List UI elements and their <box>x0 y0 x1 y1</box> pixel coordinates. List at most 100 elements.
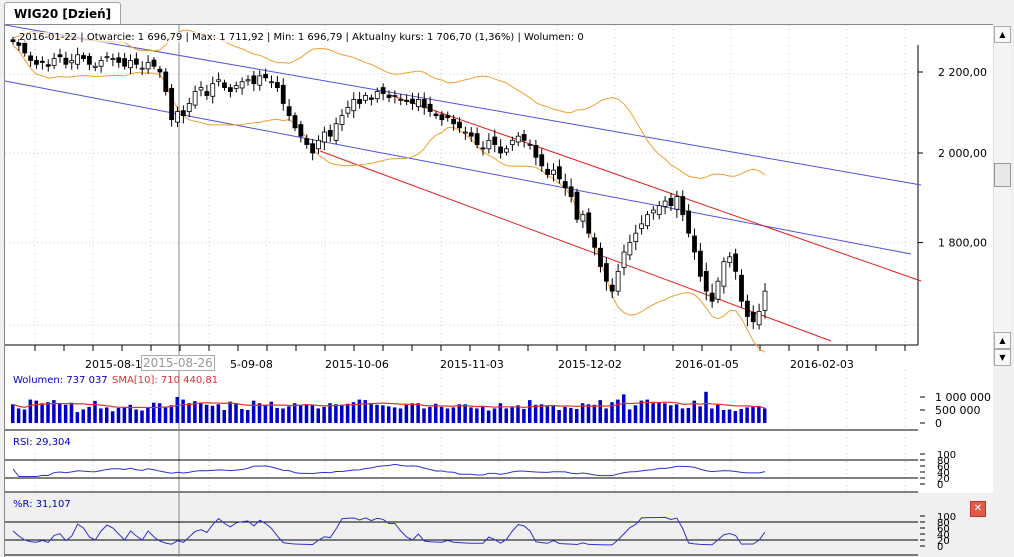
candle-body <box>410 98 415 104</box>
scroll-up-icon[interactable]: ▲ <box>994 332 1011 349</box>
candle-body <box>609 284 615 292</box>
candle-body <box>92 65 98 68</box>
volume-bar <box>639 400 644 423</box>
volume-bar <box>375 404 379 423</box>
volume-bar <box>204 404 209 423</box>
volume-bar <box>751 406 755 423</box>
date-tick-label: 5-09-08 <box>230 358 273 371</box>
volume-bar <box>293 403 297 423</box>
candle-body <box>427 103 433 112</box>
candle-body <box>633 232 639 243</box>
candle-body <box>750 312 756 323</box>
candle-body <box>468 132 474 137</box>
candle-body <box>75 54 81 65</box>
price-tick-label: 1 800,00 <box>938 237 987 250</box>
volume-bar <box>81 409 85 423</box>
volume-bar <box>46 402 50 423</box>
volume-bar <box>298 404 303 423</box>
candle-body <box>556 166 562 180</box>
candle-body <box>280 84 286 104</box>
candle-body <box>51 58 57 66</box>
volume-bar <box>492 408 497 423</box>
candle-body <box>668 197 674 206</box>
volume-bar <box>745 407 749 423</box>
candle-body <box>533 144 539 158</box>
volume-bar <box>604 408 608 423</box>
volume-bar <box>345 403 350 423</box>
volume-bar <box>199 402 203 423</box>
candle-body <box>34 60 39 65</box>
volume-bar <box>551 405 555 423</box>
candle-body <box>333 123 339 141</box>
volume-bar <box>616 399 620 423</box>
volume-tick-label: 0 <box>935 417 942 430</box>
candle-body <box>744 300 750 317</box>
candle-body <box>304 138 310 145</box>
candle-body <box>257 75 263 86</box>
candle-body <box>504 148 509 153</box>
candle-body <box>645 214 650 227</box>
close-indicator-icon[interactable]: ✕ <box>970 501 986 517</box>
tab-wig20[interactable]: WIG20 [Dzień] <box>4 2 122 25</box>
candle-body <box>650 209 656 214</box>
volume-bar <box>586 404 591 423</box>
candle-body <box>580 214 586 222</box>
candle-body <box>339 115 345 125</box>
volume-bar <box>146 407 150 423</box>
candle-body <box>116 57 122 63</box>
ohlc-info: 2016-01-22 | Otwarcie: 1 696,79 | Max: 1… <box>19 32 584 43</box>
candle-body <box>762 290 768 311</box>
candle-body <box>451 118 457 125</box>
candle-body <box>703 270 709 292</box>
date-tick-label: 2015-12-02 <box>558 358 622 371</box>
volume-bar <box>163 406 168 423</box>
candle-body <box>368 97 374 100</box>
candle-body <box>180 110 186 116</box>
candle-body <box>286 106 292 116</box>
volume-bar <box>739 408 743 423</box>
volume-bar <box>516 405 520 423</box>
volume-bar <box>357 399 362 423</box>
volume-bar <box>316 408 320 423</box>
candle-body <box>515 135 521 143</box>
chart-canvas[interactable]: 2 200,00 2 000,00 1 800,00 2015-08-1 5-09-08… <box>5 25 993 557</box>
candle-body <box>415 99 421 108</box>
candle-body <box>345 107 351 114</box>
scroll-thumb[interactable] <box>994 163 1011 187</box>
scroll-down-icon[interactable]: ▼ <box>994 349 1011 366</box>
volume-bar <box>651 403 655 423</box>
candle-body <box>692 235 697 253</box>
volume-bar <box>563 406 567 423</box>
volume-bar <box>334 404 338 423</box>
volume-bar <box>622 394 626 423</box>
volume-bar <box>58 403 62 423</box>
price-scrollbar[interactable]: ▲ ▲ ▼ <box>993 25 1011 366</box>
candle-body <box>404 99 410 102</box>
volume-bar <box>369 403 373 423</box>
volume-bar <box>310 405 315 423</box>
price-tick-label: 2 000,00 <box>938 147 987 160</box>
candle-body <box>539 154 545 167</box>
candle-body <box>57 54 63 58</box>
candle-body <box>145 61 151 70</box>
candle-body <box>357 99 363 104</box>
volume-bar <box>545 406 550 423</box>
volume-bar <box>528 400 532 423</box>
candle-body <box>86 55 92 65</box>
candle-body <box>492 136 498 145</box>
volume-bar <box>657 402 661 423</box>
scroll-up-icon[interactable]: ▲ <box>994 26 1011 43</box>
volume-bar <box>569 407 573 423</box>
volume-bar <box>504 408 508 423</box>
candle-body <box>486 139 492 150</box>
volume-bar <box>387 406 391 423</box>
volume-bar <box>281 408 285 423</box>
volume-bar <box>99 408 103 423</box>
volume-bar <box>16 408 21 423</box>
candle-body <box>421 99 427 108</box>
candle-body <box>627 242 633 256</box>
volume-bar <box>216 404 221 423</box>
wr-panel-bg <box>5 493 993 557</box>
volume-bar <box>28 399 33 423</box>
candle-body <box>233 85 239 89</box>
